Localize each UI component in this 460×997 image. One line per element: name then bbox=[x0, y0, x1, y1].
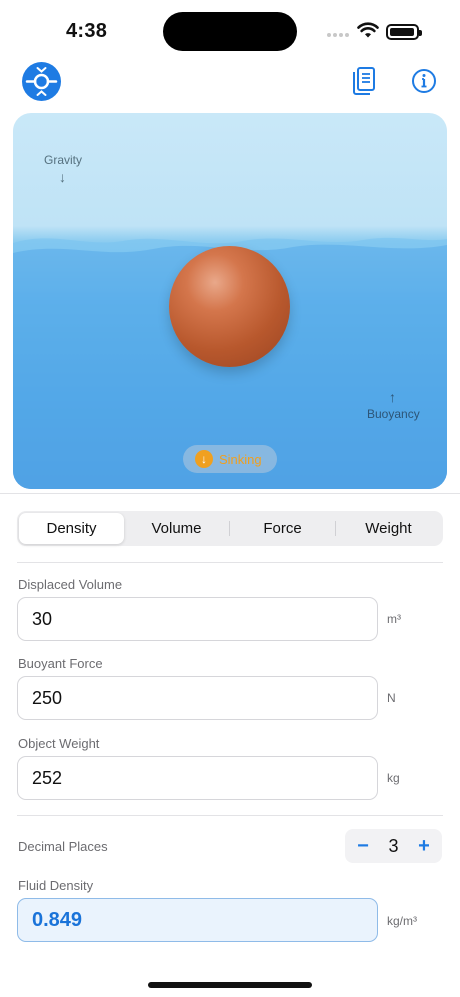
buoyant-force-unit: N bbox=[387, 691, 396, 705]
divider bbox=[0, 493, 460, 494]
status-badge: ↓ Sinking bbox=[183, 445, 277, 473]
buoyancy-label: Buoyancy bbox=[367, 407, 420, 421]
fluid-density-label: Fluid Density bbox=[18, 878, 94, 893]
decimal-places-label: Decimal Places bbox=[18, 839, 108, 854]
object-weight-unit: kg bbox=[387, 771, 400, 785]
divider bbox=[17, 815, 443, 816]
decrement-button[interactable]: − bbox=[355, 835, 371, 858]
displaced-volume-input[interactable]: 30 bbox=[17, 597, 378, 641]
decimal-places-stepper: − 3 + bbox=[345, 829, 442, 863]
buoyant-force-input[interactable]: 250 bbox=[17, 676, 378, 720]
tab-density[interactable]: Density bbox=[19, 513, 124, 544]
battery-icon bbox=[386, 24, 422, 40]
floating-object bbox=[169, 246, 290, 367]
buoyancy-logo-icon[interactable] bbox=[22, 62, 61, 101]
displaced-volume-unit: m³ bbox=[387, 612, 401, 626]
wifi-icon bbox=[357, 22, 379, 38]
tab-force[interactable]: Force bbox=[230, 513, 335, 544]
object-weight-label: Object Weight bbox=[18, 736, 100, 751]
status-badge-label: Sinking bbox=[219, 451, 262, 467]
calculation-mode-tabs: Density Volume Force Weight bbox=[17, 511, 443, 546]
cellular-signal-icon bbox=[327, 33, 349, 39]
increment-button[interactable]: + bbox=[416, 835, 432, 858]
decimal-places-value: 3 bbox=[388, 835, 399, 856]
gravity-arrow-icon: ↓ bbox=[59, 169, 66, 185]
dynamic-island bbox=[163, 12, 297, 51]
fluid-density-unit: kg/m³ bbox=[387, 914, 417, 928]
info-icon[interactable] bbox=[411, 66, 437, 94]
tab-weight[interactable]: Weight bbox=[336, 513, 441, 544]
status-bar: 4:38 bbox=[0, 0, 460, 58]
down-arrow-icon: ↓ bbox=[195, 450, 213, 468]
gravity-label: Gravity bbox=[44, 153, 83, 167]
book-icon[interactable] bbox=[352, 66, 376, 96]
divider bbox=[17, 562, 443, 563]
object-weight-input[interactable]: 252 bbox=[17, 756, 378, 800]
fluid-density-result: 0.849 bbox=[17, 898, 378, 942]
displaced-volume-label: Displaced Volume bbox=[18, 577, 123, 592]
buoyancy-simulation: Gravity ↓ ↑ Buoyancy ↓ Sinking bbox=[13, 113, 447, 489]
tab-volume[interactable]: Volume bbox=[124, 513, 229, 544]
home-indicator[interactable] bbox=[148, 982, 312, 988]
buoyant-force-label: Buoyant Force bbox=[18, 656, 103, 671]
status-time: 4:38 bbox=[66, 20, 108, 42]
buoyancy-arrow-icon: ↑ bbox=[389, 389, 396, 405]
